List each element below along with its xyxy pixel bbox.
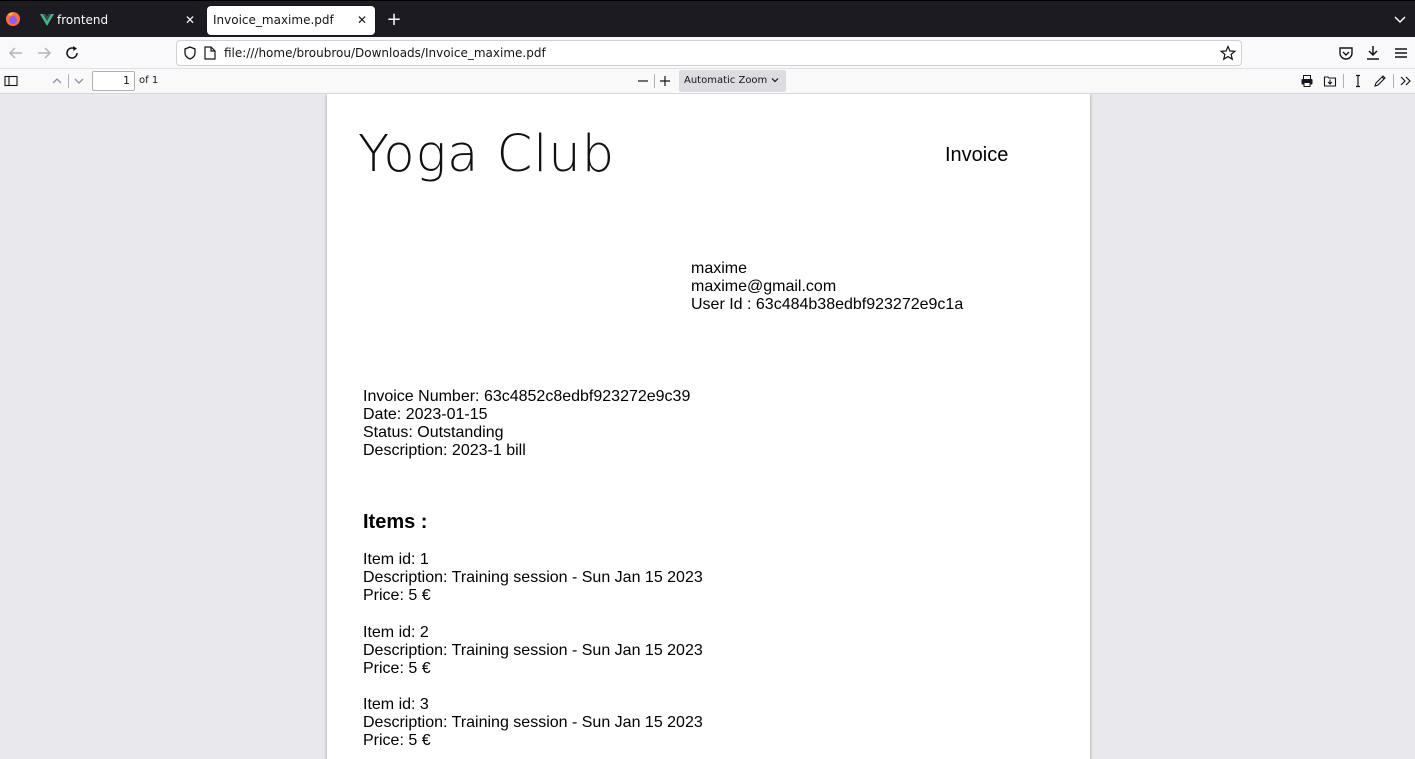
draw-pen-icon[interactable] [1373,74,1387,88]
invoice-status: Status: Outstanding [363,424,504,441]
text-cursor-icon[interactable] [1351,74,1365,88]
close-tab-icon[interactable]: ✕ [355,13,369,27]
toolbar-separator [1393,74,1394,88]
chevron-down-icon[interactable] [1393,13,1407,27]
brand-name: Yoga Club [358,125,616,184]
invoice-description: Description: 2023-1 bill [363,442,526,459]
tab-invoice-pdf[interactable]: Invoice_maxime.pdf ✕ [207,6,375,35]
customer-user-id: User Id : 63c484b38edbf923272e9c1a [691,296,964,313]
tab-strip: frontend ✕ Invoice_maxime.pdf ✕ + [0,0,1415,37]
next-page-icon[interactable] [72,74,86,88]
item-id: Item id: 3 [363,696,429,713]
vue-logo-icon [40,14,54,26]
chevron-down-icon [771,78,779,83]
item-price: Price: 5 € [363,732,431,749]
toolbar-separator [654,74,655,88]
previous-page-icon[interactable] [50,74,64,88]
tab-title: Invoice_maxime.pdf [213,13,334,27]
zoom-out-icon[interactable] [636,74,650,88]
save-download-icon[interactable] [1323,74,1337,88]
address-bar[interactable]: file:///home/broubrou/Downloads/Invoice_… [176,40,1242,66]
tab-title: frontend [57,13,109,27]
zoom-select[interactable]: Automatic Zoom [679,70,786,92]
customer-name: maxime [691,260,748,277]
navigation-toolbar: file:///home/broubrou/Downloads/Invoice_… [0,37,1415,69]
close-tab-icon[interactable]: ✕ [183,13,197,27]
invoice-date: Date: 2023-01-15 [363,406,488,423]
bookmark-star-icon[interactable] [1220,45,1236,61]
sidebar-toggle-icon[interactable] [4,74,18,88]
pdf-toolbar: 1 of 1 Automatic Zoom [0,69,1415,94]
zoom-in-icon[interactable] [658,74,672,88]
item-id: Item id: 1 [363,551,429,568]
forward-arrow-icon[interactable] [35,44,53,62]
item-description: Description: Training session - Sun Jan … [363,569,703,586]
back-arrow-icon[interactable] [7,44,25,62]
shield-icon[interactable] [183,46,197,60]
more-tools-icon[interactable] [1399,74,1413,88]
url-text: file:///home/broubrou/Downloads/Invoice_… [224,46,546,60]
pdf-viewer[interactable]: Yoga Club Invoice maxime maxime@gmail.co… [0,94,1415,759]
downloads-icon[interactable] [1364,44,1382,62]
customer-email: maxime@gmail.com [691,278,837,295]
hamburger-menu-icon[interactable] [1392,44,1410,62]
tab-frontend[interactable]: frontend ✕ [33,6,203,35]
item-price: Price: 5 € [363,660,431,677]
pdf-page: Yoga Club Invoice maxime maxime@gmail.co… [327,94,1090,759]
item-price: Price: 5 € [363,587,431,604]
item-id: Item id: 2 [363,624,429,641]
toolbar-separator [1343,74,1344,88]
firefox-icon[interactable] [5,11,21,27]
invoice-number: Invoice Number: 63c4852c8edbf923272e9c39 [363,388,691,405]
item-description: Description: Training session - Sun Jan … [363,714,703,731]
page-icon[interactable] [204,46,216,60]
page-number-input[interactable]: 1 [92,71,135,91]
new-tab-plus-icon[interactable]: + [385,11,403,29]
item-description: Description: Training session - Sun Jan … [363,642,703,659]
reload-icon[interactable] [63,44,81,62]
page-count-label: of 1 [139,75,159,86]
zoom-select-value: Automatic Zoom [684,75,768,86]
toolbar-separator [68,74,69,88]
pocket-icon[interactable] [1337,44,1355,62]
items-heading: Items : [363,511,428,533]
print-icon[interactable] [1300,74,1314,88]
document-title: Invoice [945,144,1009,166]
